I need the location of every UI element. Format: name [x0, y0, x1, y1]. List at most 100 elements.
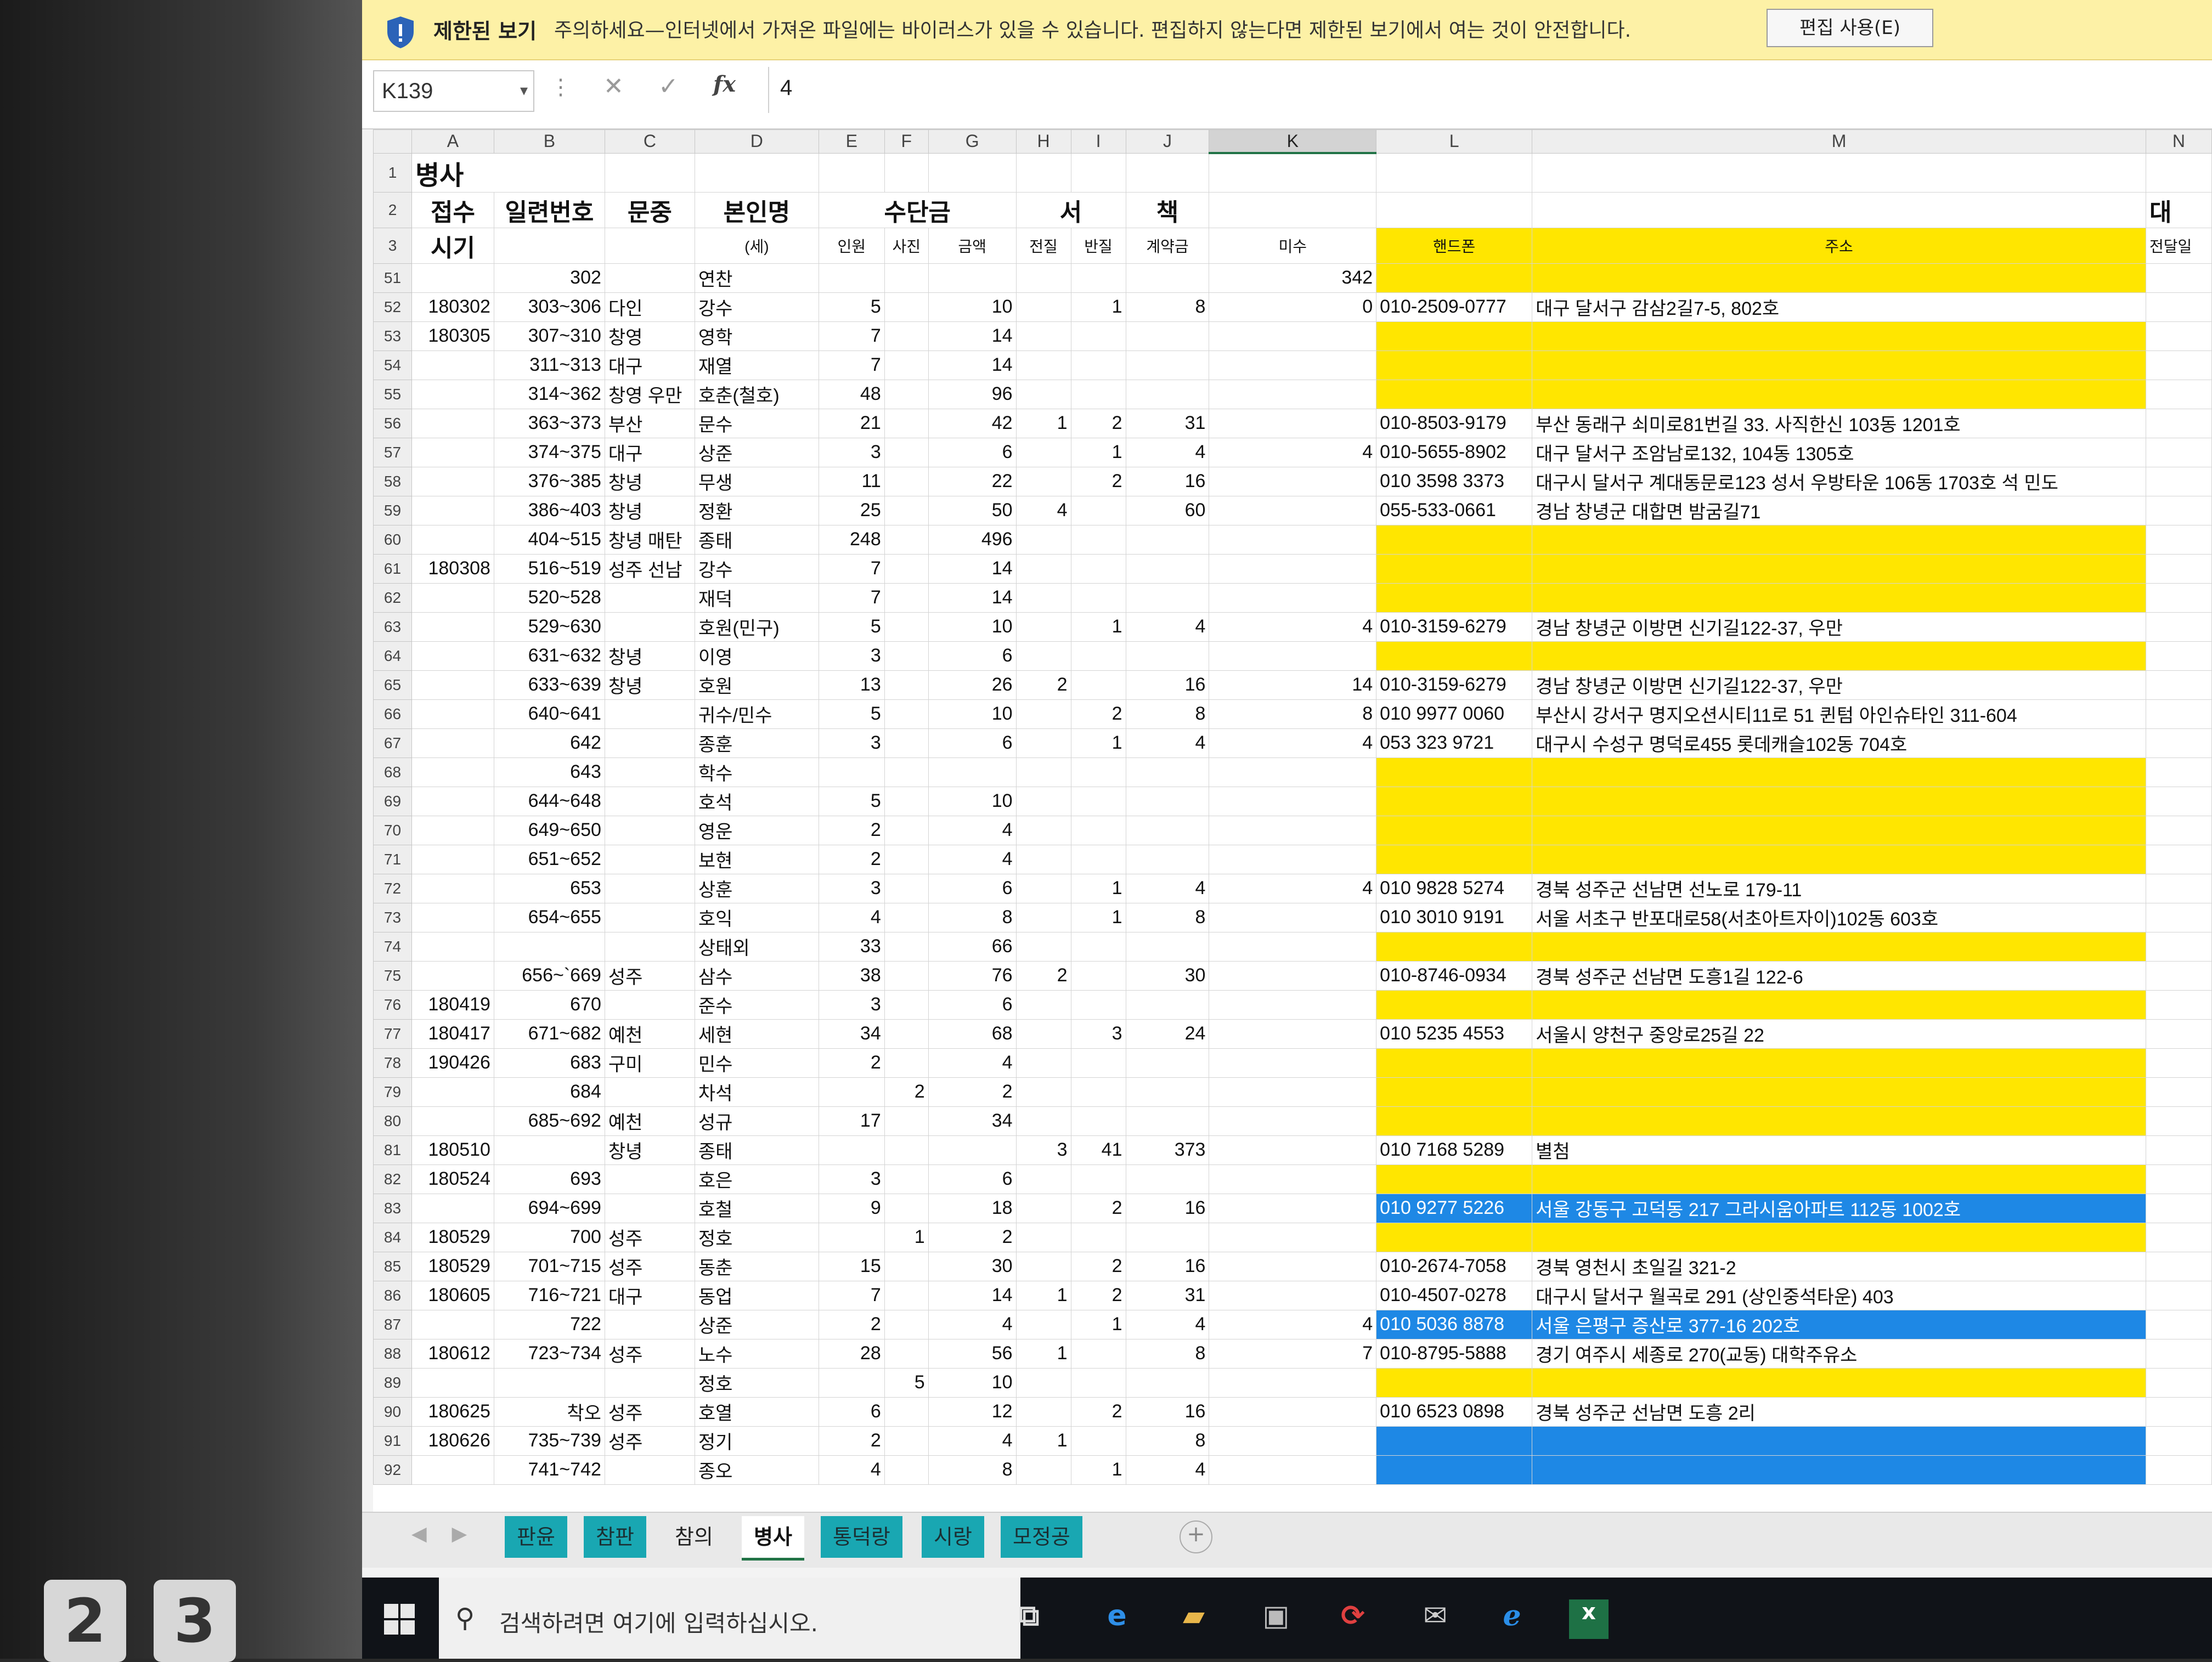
cell-b[interactable]: 670: [493, 990, 605, 1020]
chevron-left-icon[interactable]: ◀: [411, 1523, 427, 1545]
cell-g[interactable]: 6: [928, 990, 1017, 1020]
cell-c[interactable]: [604, 1309, 695, 1339]
cell-e[interactable]: 7: [818, 553, 885, 584]
cell-h[interactable]: [1015, 321, 1071, 351]
cell-d[interactable]: 준수: [694, 990, 819, 1020]
cell-g[interactable]: 76: [928, 960, 1017, 991]
header-cell[interactable]: 반질: [1070, 227, 1126, 264]
cell-e[interactable]: [818, 1077, 885, 1107]
cell-l[interactable]: 010-2509-0777: [1376, 292, 1533, 322]
cell-g[interactable]: [928, 757, 1017, 787]
cell-c[interactable]: 성주: [604, 1338, 695, 1369]
cell-m[interactable]: [1532, 583, 2146, 613]
cell-h[interactable]: 1: [1015, 1426, 1071, 1456]
cell-n[interactable]: [2145, 1135, 2212, 1165]
cell-d[interactable]: 호원(민구): [694, 612, 819, 642]
cell-c[interactable]: 다인: [604, 292, 695, 322]
cell-f[interactable]: [884, 1338, 929, 1369]
row-header[interactable]: 77: [373, 1019, 412, 1049]
cell-j[interactable]: 8: [1125, 1426, 1210, 1456]
cell-h[interactable]: [1015, 437, 1071, 467]
cell-e[interactable]: 33: [818, 931, 885, 962]
cell-m[interactable]: [1532, 321, 2146, 351]
cell-f[interactable]: 5: [884, 1367, 929, 1398]
cell-c[interactable]: [604, 583, 695, 613]
cell-d[interactable]: 성규: [694, 1106, 819, 1136]
cell-e[interactable]: 7: [818, 350, 885, 380]
cell-j[interactable]: 31: [1125, 1280, 1210, 1310]
cell[interactable]: [1015, 152, 1071, 193]
cell-j[interactable]: 373: [1125, 1135, 1210, 1165]
row-header[interactable]: 61: [373, 553, 412, 584]
cell-e[interactable]: 25: [818, 495, 885, 525]
header-cell[interactable]: 사진: [884, 227, 929, 264]
cell-f[interactable]: [884, 931, 929, 962]
cell-h[interactable]: [1015, 1048, 1071, 1078]
cell-a[interactable]: [411, 583, 494, 613]
cell-c[interactable]: [604, 728, 695, 758]
more-icon[interactable]: ⋮: [550, 75, 572, 100]
cell-h[interactable]: 1: [1015, 1280, 1071, 1310]
cell-m[interactable]: [1532, 815, 2146, 845]
cell-n[interactable]: [2145, 466, 2212, 496]
row-header[interactable]: 85: [373, 1251, 412, 1281]
cell-j[interactable]: 4: [1125, 873, 1210, 903]
cell-l[interactable]: [1376, 1164, 1533, 1194]
taskbar-search-box[interactable]: ⚲ 검색하려면 여기에 입력하십시오.: [439, 1578, 1020, 1659]
cell-a[interactable]: [411, 1455, 494, 1485]
cell-d[interactable]: 정기: [694, 1426, 819, 1456]
row-header[interactable]: 64: [373, 641, 412, 671]
cell-c[interactable]: 성주: [604, 1397, 695, 1427]
cell-m[interactable]: [1532, 553, 2146, 584]
cell-b[interactable]: 723~734: [493, 1338, 605, 1369]
cell-j[interactable]: [1125, 990, 1210, 1020]
cell-a[interactable]: 180308: [411, 553, 494, 584]
cell-l[interactable]: [1376, 1106, 1533, 1136]
cell-i[interactable]: [1070, 553, 1126, 584]
cell-m[interactable]: 부산 동래구 쇠미로81번길 33. 사직한신 103동 1201호: [1532, 408, 2146, 438]
cell-k[interactable]: [1209, 466, 1377, 496]
header-cell[interactable]: 서: [1015, 191, 1126, 228]
cell-f[interactable]: [884, 379, 929, 409]
cell-e[interactable]: 2: [818, 815, 885, 845]
header-cell[interactable]: 대: [2145, 191, 2212, 228]
cell-n[interactable]: [2145, 699, 2212, 729]
cell-h[interactable]: [1015, 583, 1071, 613]
cell-m[interactable]: [1532, 1106, 2146, 1136]
cell-g[interactable]: 14: [928, 553, 1017, 584]
cell-j[interactable]: [1125, 583, 1210, 613]
cell-f[interactable]: [884, 1019, 929, 1049]
cell-a[interactable]: [411, 931, 494, 962]
cell-n[interactable]: [2145, 1222, 2212, 1252]
cell-j[interactable]: 4: [1125, 612, 1210, 642]
cell-h[interactable]: [1015, 612, 1071, 642]
cell-d[interactable]: 재열: [694, 350, 819, 380]
cell-g[interactable]: 8: [928, 1455, 1017, 1485]
cell-b[interactable]: 643: [493, 757, 605, 787]
cell-e[interactable]: 9: [818, 1193, 885, 1223]
cell-m[interactable]: [1532, 1048, 2146, 1078]
cell-k[interactable]: [1209, 524, 1377, 555]
cell-f[interactable]: [884, 1193, 929, 1223]
cell-i[interactable]: [1070, 960, 1126, 991]
sheet-tab[interactable]: 참의: [663, 1516, 725, 1558]
cell-i[interactable]: 1: [1070, 612, 1126, 642]
cell-c[interactable]: 성주: [604, 1222, 695, 1252]
cell-d[interactable]: 동업: [694, 1280, 819, 1310]
cell-k[interactable]: [1209, 379, 1377, 409]
cell-b[interactable]: [493, 931, 605, 962]
cell-e[interactable]: 38: [818, 960, 885, 991]
cell-j[interactable]: 4: [1125, 1455, 1210, 1485]
cell-i[interactable]: [1070, 524, 1126, 555]
cell-j[interactable]: 16: [1125, 670, 1210, 700]
row-header[interactable]: 52: [373, 292, 412, 322]
cell-h[interactable]: [1015, 931, 1071, 962]
cell-h[interactable]: [1015, 1222, 1071, 1252]
cell-n[interactable]: [2145, 263, 2212, 293]
row-header[interactable]: 72: [373, 873, 412, 903]
cell-m[interactable]: 서울 강동구 고덕동 217 그라시움아파트 112동 1002호: [1532, 1193, 2146, 1223]
cell-m[interactable]: [1532, 1077, 2146, 1107]
cell-a[interactable]: [411, 641, 494, 671]
cell-f[interactable]: [884, 350, 929, 380]
cell-a[interactable]: [411, 670, 494, 700]
